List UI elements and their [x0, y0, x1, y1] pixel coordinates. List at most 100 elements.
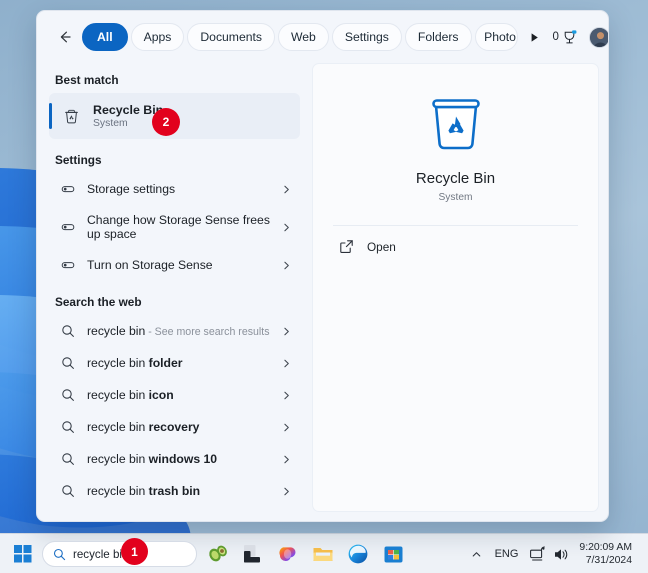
avocado-app-icon: [209, 545, 227, 562]
web-row-text: recycle bin windows 10: [87, 452, 270, 466]
network-icon-button[interactable]: [526, 542, 548, 566]
web-row-0[interactable]: recycle bin - See more search results: [49, 315, 300, 347]
copilot-icon: [279, 547, 296, 562]
volume-icon: [554, 548, 568, 560]
web-row-title: recycle bin trash bin: [87, 484, 270, 498]
web-row-3[interactable]: recycle bin recovery: [49, 411, 300, 443]
web-suffix: icon: [148, 388, 174, 402]
settings-row-text: Turn on Storage Sense: [87, 258, 270, 272]
best-match-heading: Best match: [55, 73, 119, 87]
best-match-title: Recycle Bin: [93, 103, 164, 117]
avocado-app-icon-button[interactable]: [204, 540, 232, 568]
web-suffix: recovery: [148, 420, 200, 434]
microsoft-store-icon-button[interactable]: [379, 540, 407, 568]
rewards-button[interactable]: 0: [553, 29, 578, 46]
web-suffix: windows 10: [148, 452, 218, 466]
search-icon: [59, 483, 76, 500]
arrow-left-icon: [60, 31, 71, 43]
search-flyout-panel: All Apps Documents Web Settings Folders …: [36, 10, 609, 522]
settings-row-storage-sense-frees-space[interactable]: Change how Storage Sense frees up space: [49, 205, 300, 249]
web-row-title: recycle bin icon: [87, 388, 270, 402]
chevron-right-icon: [281, 486, 292, 497]
web-row-title: recycle bin recovery: [87, 420, 270, 434]
tray-date: 7/31/2024: [585, 555, 632, 566]
web-suffix: trash bin: [148, 484, 201, 498]
chevron-right-icon: [281, 358, 292, 369]
desktop: All Apps Documents Web Settings Folders …: [0, 0, 648, 573]
chevron-up-icon: [472, 551, 481, 557]
web-row-text: recycle bin recovery: [87, 420, 270, 434]
web-row-5[interactable]: recycle bin trash bin: [49, 475, 300, 507]
microsoft-edge-icon-button[interactable]: [344, 540, 372, 568]
back-button[interactable]: [51, 23, 79, 51]
tab-apps[interactable]: Apps: [130, 23, 185, 51]
web-row-2[interactable]: recycle bin icon: [49, 379, 300, 411]
tab-folders[interactable]: Folders: [404, 23, 472, 51]
search-icon: [59, 323, 76, 340]
best-match-subtitle: System: [93, 118, 128, 129]
account-avatar[interactable]: [588, 26, 608, 48]
settings-heading: Settings: [55, 153, 102, 167]
web-row-1[interactable]: recycle bin folder: [49, 347, 300, 379]
volume-icon-button[interactable]: [550, 542, 572, 566]
search-icon: [59, 451, 76, 468]
web-query: recycle bin: [87, 484, 149, 498]
web-query: recycle bin: [87, 452, 149, 466]
search-icon: [59, 419, 76, 436]
chevron-right-icon: [281, 222, 292, 233]
chevron-right-icon: [281, 260, 292, 271]
settings-row-title: Turn on Storage Sense: [87, 258, 213, 272]
taskbar-search-box[interactable]: recycle bin: [42, 541, 197, 567]
start-button[interactable]: [8, 539, 38, 569]
microsoft-edge-icon: [348, 544, 368, 564]
tab-settings[interactable]: Settings: [331, 23, 402, 51]
settings-row-title: Storage settings: [87, 182, 176, 196]
settings-toggle-icon: [59, 181, 76, 198]
rewards-count: 0: [552, 31, 559, 43]
web-query: recycle bin: [87, 420, 149, 434]
preview-open-action[interactable]: Open: [333, 226, 578, 254]
web-row-title: recycle bin - See more search results: [87, 324, 270, 338]
chevron-right-icon: [281, 454, 292, 465]
tab-documents[interactable]: Documents: [187, 23, 275, 51]
avatar-icon: [589, 27, 608, 47]
taskbar: recycle bin ENG 9:20:09 AM 7/31/2024: [0, 535, 648, 573]
web-row-text: recycle bin trash bin: [87, 484, 270, 498]
chevron-right-icon: [281, 422, 292, 433]
file-explorer-icon-button[interactable]: [309, 540, 337, 568]
settings-row-storage-settings[interactable]: Storage settings: [49, 173, 300, 205]
settings-row-turn-on-storage-sense[interactable]: Turn on Storage Sense: [49, 249, 300, 281]
tab-all[interactable]: All: [82, 23, 128, 51]
tab-web[interactable]: Web: [278, 23, 329, 51]
file-explorer-icon: [313, 548, 333, 561]
chevron-right-icon: [281, 326, 292, 337]
web-suffix: - See more search results: [145, 326, 270, 338]
more-tabs-button[interactable]: [523, 23, 547, 51]
task-view-icon-button[interactable]: [239, 540, 267, 568]
preview-subtitle: System: [438, 192, 473, 203]
settings-row-text: Storage settings: [87, 182, 270, 196]
settings-toggle-icon: [59, 257, 76, 274]
tray-overflow-button[interactable]: [466, 541, 488, 567]
web-row-title: recycle bin folder: [87, 356, 270, 370]
search-results-body: Best match Recycle Bin System Settings S…: [37, 63, 608, 521]
callout-badge-1: 1: [121, 538, 148, 565]
search-icon: [59, 387, 76, 404]
recycle-bin-large-icon: [431, 99, 480, 150]
tray-clock[interactable]: 9:20:09 AM 7/31/2024: [573, 541, 640, 567]
recycle-bin-icon: [63, 108, 80, 125]
tab-photos[interactable]: Photo: [474, 23, 518, 51]
preview-panel: Recycle Bin System Open: [312, 63, 599, 512]
tray-language-indicator[interactable]: ENG: [488, 548, 526, 560]
web-query: recycle bin: [87, 356, 149, 370]
task-view-icon: [244, 545, 260, 563]
web-query: recycle bin: [87, 324, 146, 338]
web-row-title: recycle bin windows 10: [87, 452, 270, 466]
chevron-right-icon: [281, 184, 292, 195]
web-row-4[interactable]: recycle bin windows 10: [49, 443, 300, 475]
web-suffix: folder: [148, 356, 183, 370]
copilot-icon-button[interactable]: [274, 540, 302, 568]
search-icon: [59, 355, 76, 372]
web-row-text: recycle bin - See more search results: [87, 324, 270, 338]
web-query: recycle bin: [87, 388, 149, 402]
